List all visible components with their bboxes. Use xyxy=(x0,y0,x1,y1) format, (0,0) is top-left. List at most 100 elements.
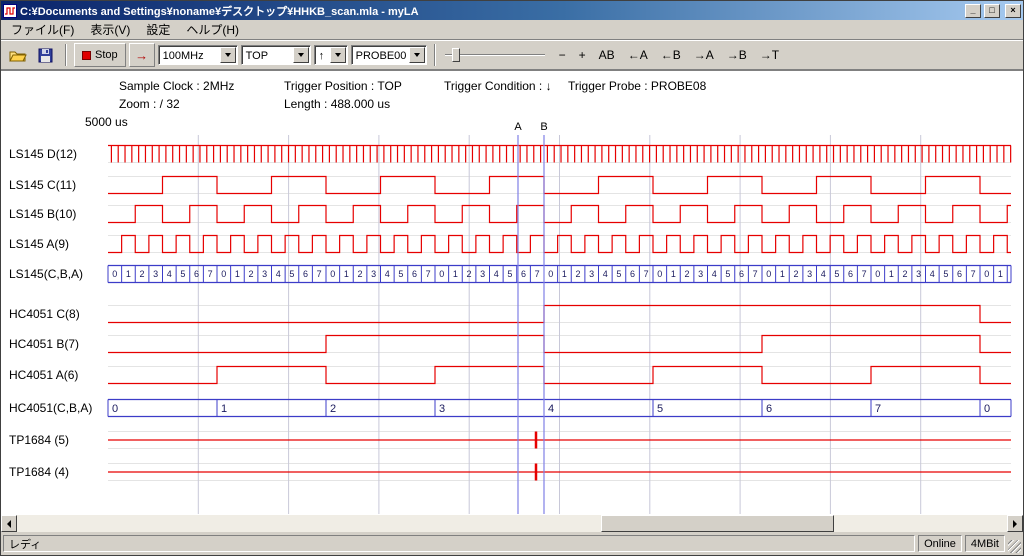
cursor-ab-button[interactable]: AB xyxy=(594,46,620,64)
bus-value: 7 xyxy=(971,269,976,279)
bus-value: 4 xyxy=(276,269,281,279)
open-file-button[interactable] xyxy=(5,43,30,67)
status-message: レディ xyxy=(3,535,915,552)
bus-value: 6 xyxy=(766,403,772,415)
signal-label[interactable]: HC4051 C(8) xyxy=(9,307,80,321)
trigger-position-value: TOP xyxy=(242,48,293,62)
chevron-down-icon[interactable] xyxy=(293,47,309,63)
jump-to-cursor-b-button[interactable]: ←B xyxy=(656,46,686,64)
bus-value: 1 xyxy=(562,269,567,279)
bus-value: 5 xyxy=(616,269,621,279)
trigger-edge-select[interactable]: ↑ xyxy=(314,45,348,65)
signal-label[interactable]: HC4051(C,B,A) xyxy=(9,401,92,415)
bus-value: 0 xyxy=(112,403,118,415)
status-online: Online xyxy=(918,535,962,552)
save-file-button[interactable] xyxy=(33,43,58,67)
bus-value: 7 xyxy=(426,269,431,279)
bus-value: 3 xyxy=(480,269,485,279)
minimize-button[interactable]: _ xyxy=(965,4,981,18)
triangle-left-icon xyxy=(7,520,11,528)
scroll-left-button[interactable] xyxy=(1,515,17,532)
run-button[interactable]: → xyxy=(129,43,155,67)
app-window: C:¥Documents and Settings¥noname¥デスクトップ¥… xyxy=(0,0,1024,556)
bus-value: 3 xyxy=(262,269,267,279)
bus-value: 7 xyxy=(753,269,758,279)
bus-value: 6 xyxy=(848,269,853,279)
status-bar: レディ Online 4MBit xyxy=(1,532,1023,555)
scrollbar-thumb[interactable] xyxy=(601,515,834,532)
zoom-out-button[interactable]: − xyxy=(554,46,571,64)
scroll-right-button[interactable] xyxy=(1007,515,1023,532)
floppy-icon xyxy=(38,48,53,63)
bus-value: 2 xyxy=(249,269,254,279)
toolbar-separator xyxy=(65,44,67,66)
bus-value: 5 xyxy=(398,269,403,279)
trigger-position-select[interactable]: TOP xyxy=(241,45,311,65)
bus-value: 0 xyxy=(112,269,117,279)
bus-value: 4 xyxy=(603,269,608,279)
zoom-slider[interactable] xyxy=(445,44,545,66)
signal-label[interactable]: HC4051 B(7) xyxy=(9,337,79,351)
signal-label[interactable]: LS145 C(11) xyxy=(9,178,76,192)
bus-value: 0 xyxy=(330,269,335,279)
zoom-in-button[interactable]: + xyxy=(574,46,591,64)
close-button[interactable]: × xyxy=(1005,4,1021,18)
menu-file[interactable]: ファイル(F) xyxy=(3,19,82,40)
bus-value: 3 xyxy=(371,269,376,279)
signal-label[interactable]: TP1684 (4) xyxy=(9,465,69,479)
bus-value: 7 xyxy=(875,403,881,415)
bus-value: 6 xyxy=(630,269,635,279)
maximize-button[interactable]: □ xyxy=(984,4,1000,18)
menu-help[interactable]: ヘルプ(H) xyxy=(178,19,247,40)
horizontal-scrollbar[interactable] xyxy=(1,515,1023,532)
zoom-slider-track xyxy=(445,54,545,56)
jump-to-cursor-a-button[interactable]: ←A xyxy=(623,46,653,64)
stop-button[interactable]: Stop xyxy=(74,43,126,67)
chevron-down-icon[interactable] xyxy=(409,47,425,63)
app-icon xyxy=(3,4,17,18)
bus-value: 2 xyxy=(140,269,145,279)
bus-value: 3 xyxy=(153,269,158,279)
bus-value: 2 xyxy=(685,269,690,279)
status-memory: 4MBit xyxy=(965,535,1005,552)
signal-label[interactable]: TP1684 (5) xyxy=(9,433,69,447)
zoom-slider-handle[interactable] xyxy=(452,48,460,62)
bus-value: 3 xyxy=(916,269,921,279)
move-cursor-b-button[interactable]: →B xyxy=(722,46,752,64)
signal-label[interactable]: LS145 A(9) xyxy=(9,237,69,251)
bus-value: 1 xyxy=(671,269,676,279)
bus-value: 1 xyxy=(126,269,131,279)
chevron-down-icon[interactable] xyxy=(220,47,236,63)
trigger-edge-value: ↑ xyxy=(315,48,330,62)
bus-value: 4 xyxy=(548,403,554,415)
cursor-label-A: A xyxy=(514,121,522,133)
bus-value: 1 xyxy=(780,269,785,279)
bus-value: 0 xyxy=(766,269,771,279)
menu-settings[interactable]: 設定 xyxy=(138,19,178,40)
signal-label[interactable]: LS145(C,B,A) xyxy=(9,267,83,281)
bus-value: 1 xyxy=(344,269,349,279)
bus-value: 7 xyxy=(208,269,213,279)
open-folder-icon xyxy=(9,48,27,62)
bus-value: 7 xyxy=(644,269,649,279)
signal-label[interactable]: LS145 D(12) xyxy=(9,147,77,161)
clock-rate-select[interactable]: 100MHz xyxy=(158,45,238,65)
menu-view[interactable]: 表示(V) xyxy=(82,19,138,40)
bus-value: 2 xyxy=(903,269,908,279)
resize-grip[interactable] xyxy=(1008,540,1021,553)
bus-value: 1 xyxy=(998,269,1003,279)
signal-label[interactable]: LS145 B(10) xyxy=(9,207,76,221)
bus-value: 5 xyxy=(725,269,730,279)
waveform-display[interactable]: LS145 D(12) LS145 C(11) LS145 B(10) LS145 A… xyxy=(1,71,1023,515)
trigger-probe-select[interactable]: PROBE00 xyxy=(351,45,427,65)
bus-value: 4 xyxy=(821,269,826,279)
waveform-panel: Sample Clock : 2MHz Trigger Position : T… xyxy=(1,70,1023,515)
signal-label[interactable]: HC4051 A(6) xyxy=(9,368,78,382)
run-arrow-icon: → xyxy=(135,48,148,63)
bus-value: 5 xyxy=(289,269,294,279)
bus-value: 4 xyxy=(930,269,935,279)
chevron-down-icon[interactable] xyxy=(330,47,346,63)
bus-value: 2 xyxy=(794,269,799,279)
jump-to-trigger-button[interactable]: →T xyxy=(755,46,784,64)
move-cursor-a-button[interactable]: →A xyxy=(689,46,719,64)
